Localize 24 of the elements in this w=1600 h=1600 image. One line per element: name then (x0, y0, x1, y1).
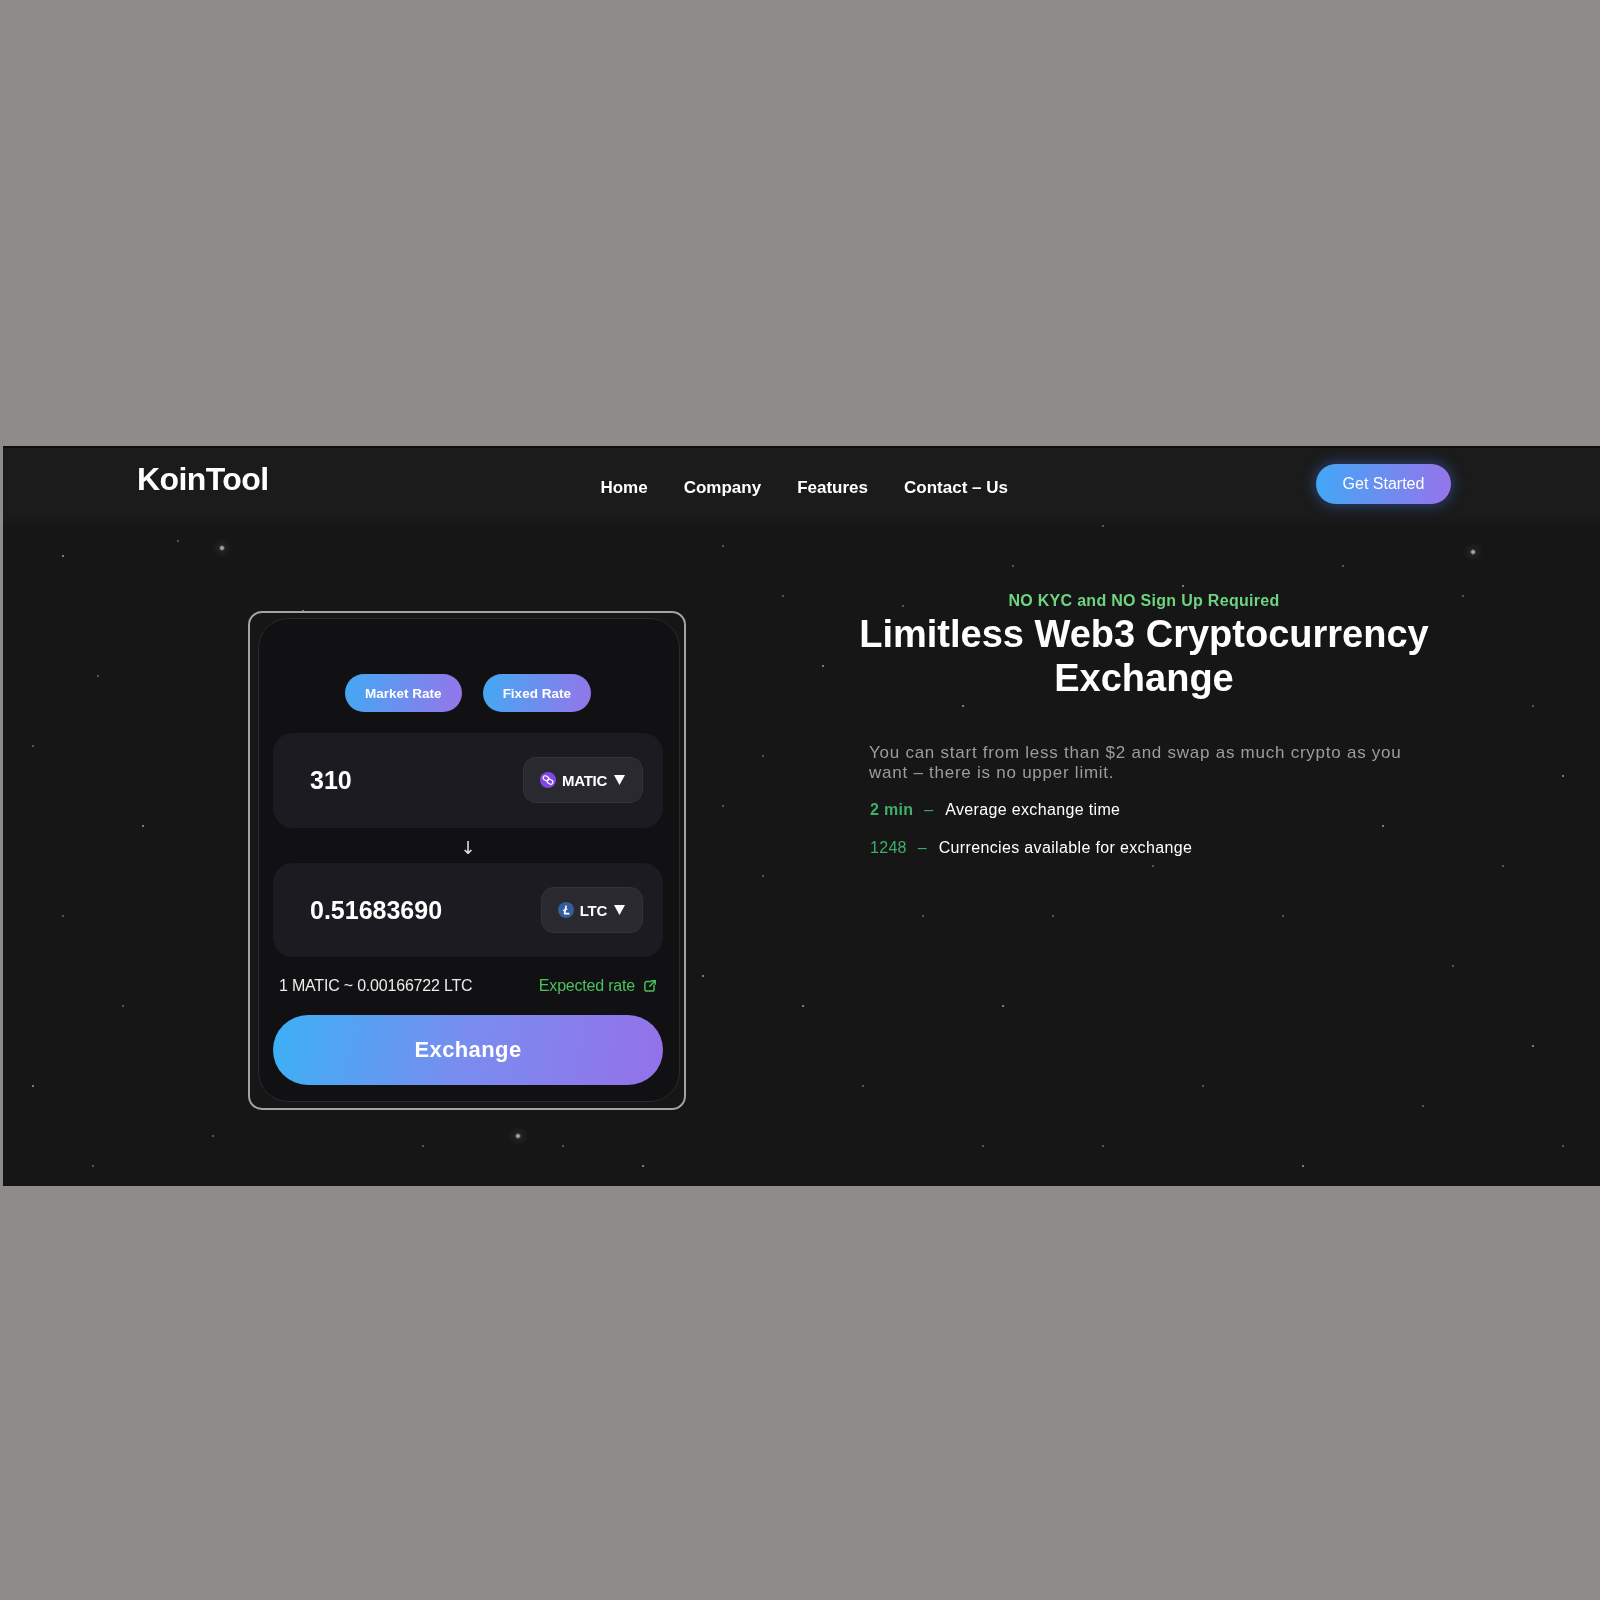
stat-dash: – (917, 838, 927, 858)
caret-icon (614, 905, 625, 915)
stat-value: 2 min (870, 800, 914, 820)
amount-field[interactable]: 0.51683690 (310, 893, 541, 927)
stat-label: Average exchange time (945, 800, 1121, 820)
currency-selector[interactable]: LTC (540, 887, 643, 933)
tagline: NO KYC and NO Sign Up Required (1008, 591, 1280, 611)
external-link-icon (643, 979, 656, 993)
amount-field[interactable]: 310 (310, 763, 524, 798)
hero-heading: Limitless Web3 Cryptocurrency Exchange (858, 612, 1430, 700)
exchange-rate-text: 1 MATIC ~ 0.00166722 LTC (279, 977, 473, 996)
hero-description: You can start from less than $2 and swap as much crypto as you want – there is no upper limit. (869, 743, 1403, 783)
direction-arrow: ↓ (460, 837, 476, 858)
stat-value: 1248 (870, 838, 907, 858)
stat-label: Currencies available for exchange (938, 838, 1193, 858)
currency-selector[interactable]: MATIC (523, 757, 643, 804)
nav-link[interactable]: Contact – Us (904, 473, 1008, 498)
expected-rate-link[interactable]: Expected rate (538, 977, 656, 996)
nav-link[interactable]: Home (600, 473, 648, 498)
nav-link[interactable]: Features (797, 473, 869, 498)
brand-logo[interactable]: KoinTool (137, 461, 269, 498)
caret-icon (614, 775, 625, 786)
nav-link[interactable]: Company (683, 473, 762, 498)
stat-dash: – (924, 800, 934, 820)
